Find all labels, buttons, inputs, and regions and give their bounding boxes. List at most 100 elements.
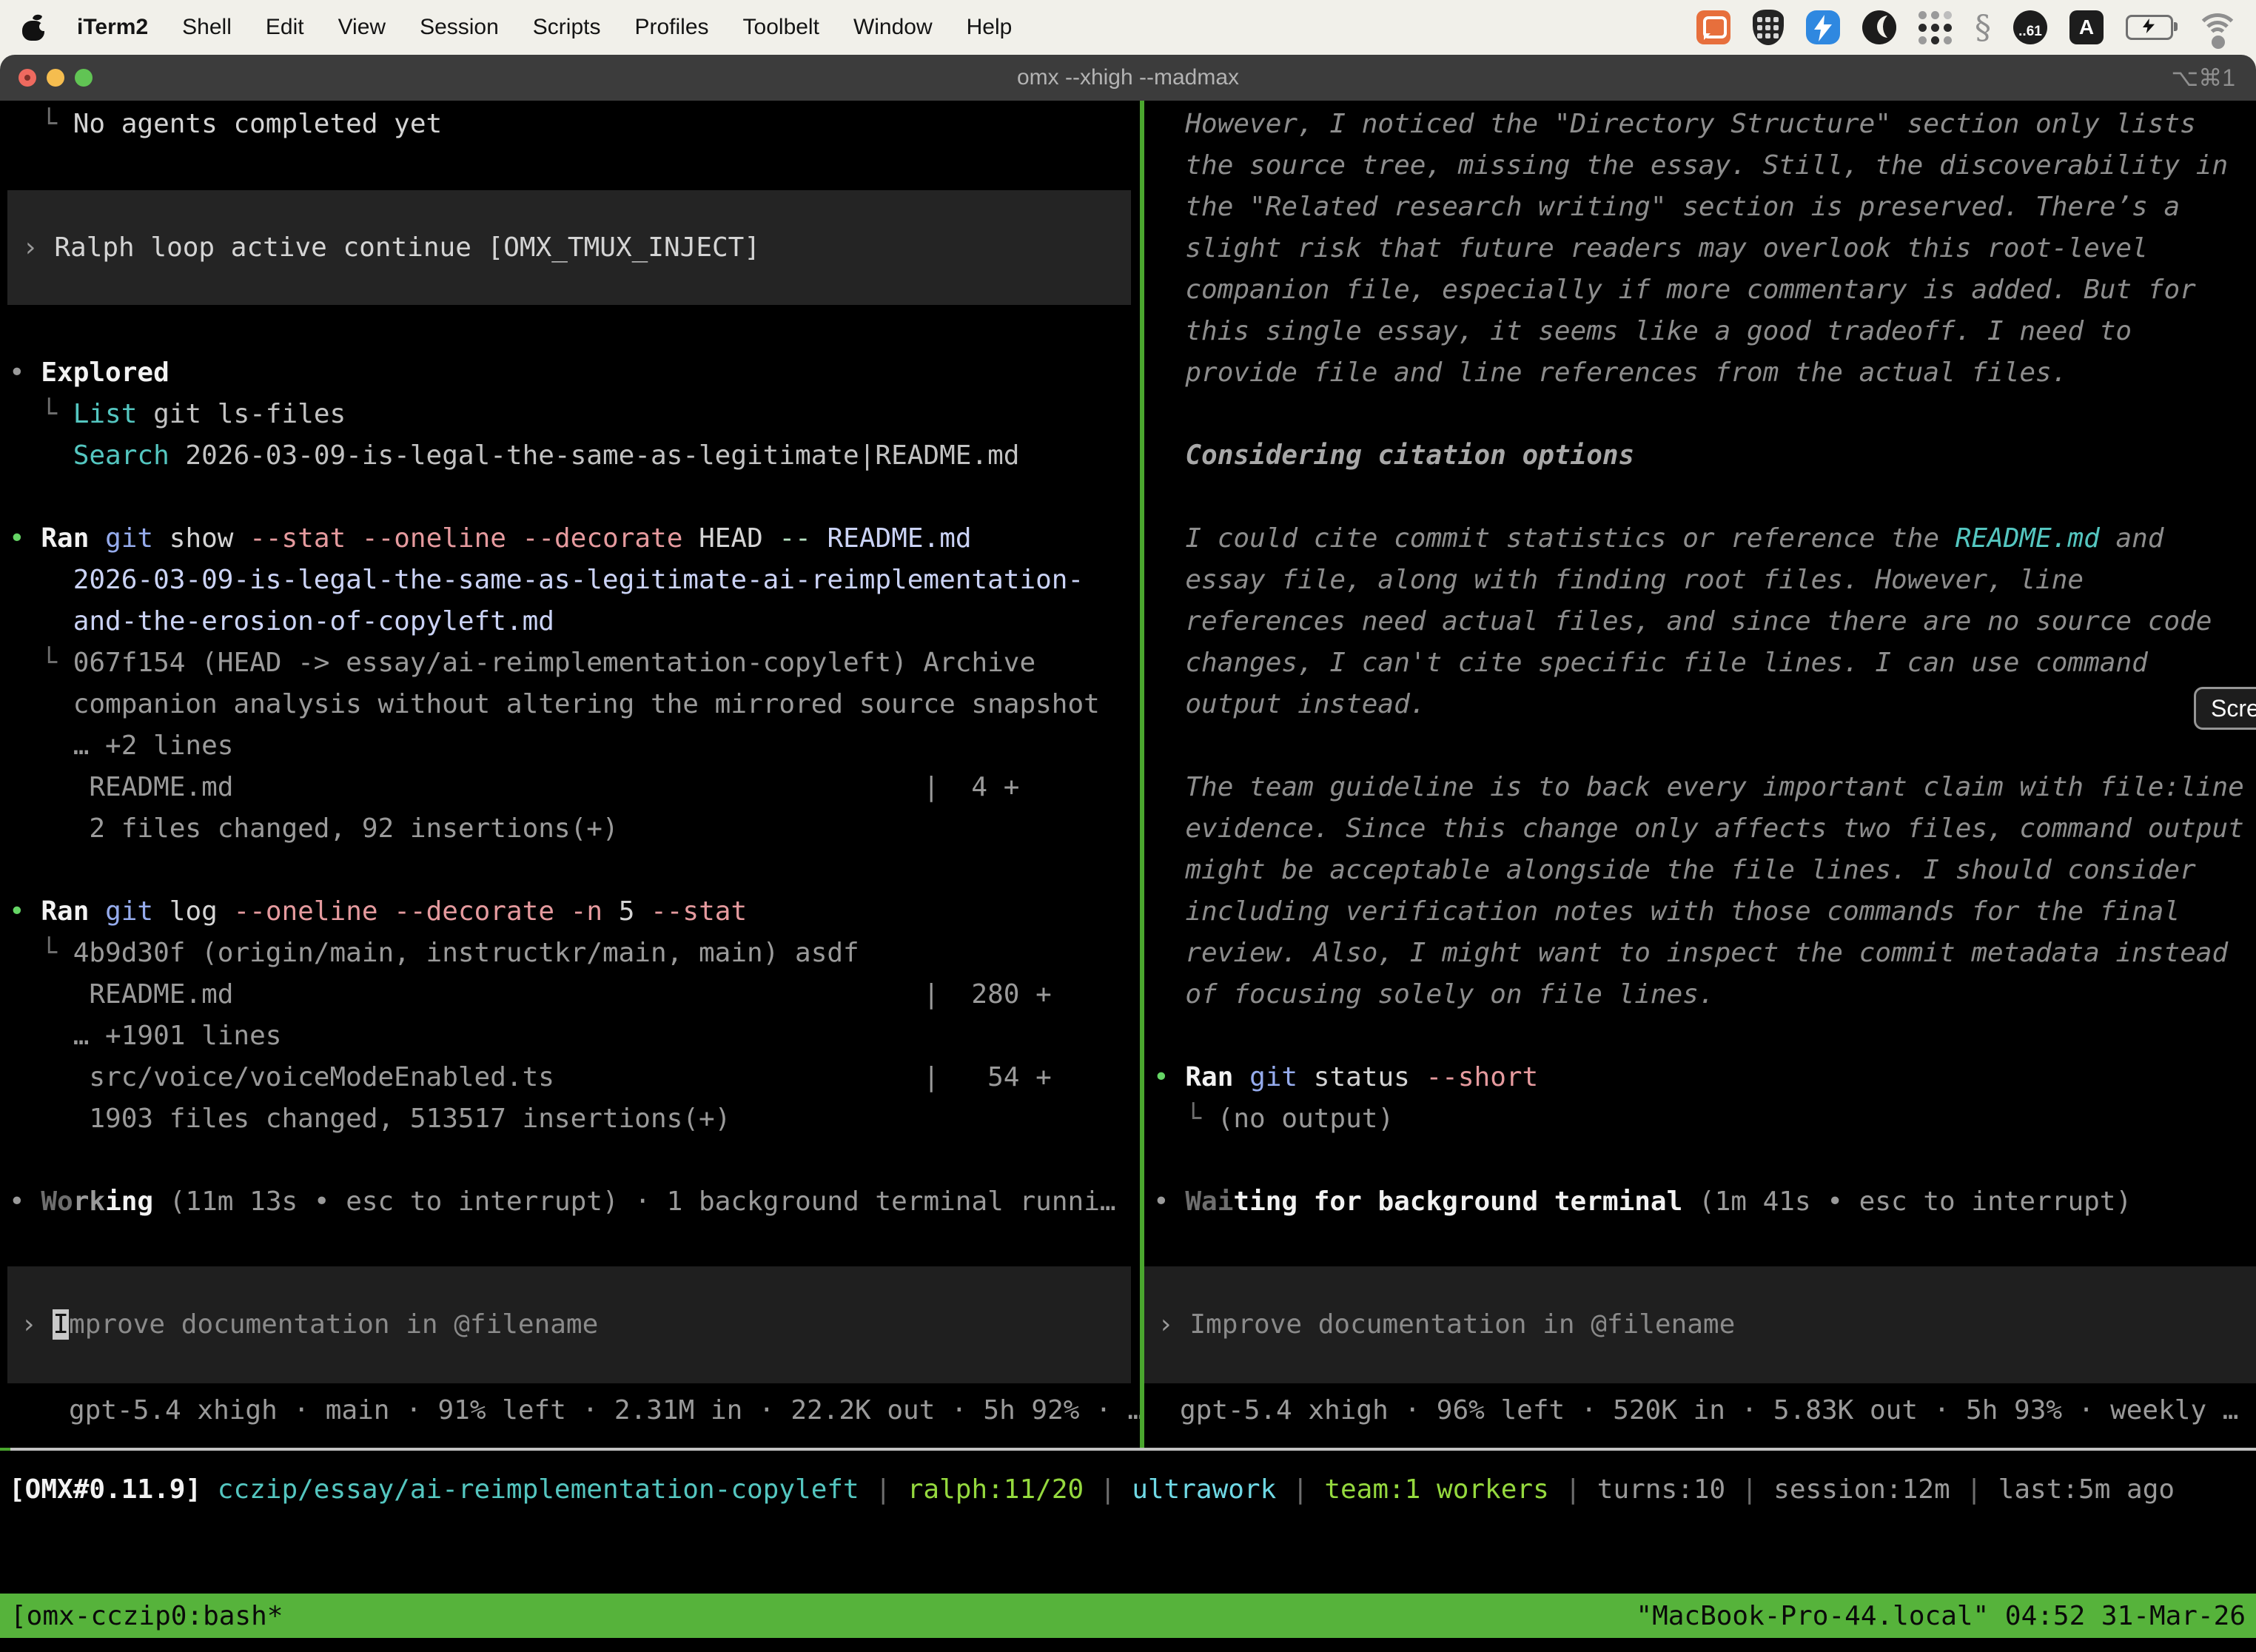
terminal-line: 1903 files changed, 513517 insertions(+) <box>9 1098 1140 1140</box>
menu-item-toolbelt[interactable]: Toolbelt <box>743 15 819 40</box>
text-segment <box>346 523 362 554</box>
terminal-line: might be acceptable alongside the file l… <box>1153 850 2256 891</box>
terminal-line: The team guideline is to back every impo… <box>1153 767 2256 808</box>
text-segment <box>89 896 105 927</box>
text-segment: Search <box>73 440 169 471</box>
inject-banner: › Ralph loop active continue [OMX_TMUX_I… <box>7 190 1131 305</box>
prompt-placeholder-left: › Improve documentation in @filename <box>21 1304 598 1346</box>
prompt-input-left[interactable]: › Improve documentation in @filename <box>7 1266 1131 1383</box>
shield-grid-icon[interactable] <box>1753 10 1784 45</box>
terminal-line: the "Related research writing" section i… <box>1153 187 2256 228</box>
squiggle-icon[interactable]: § <box>1975 9 1991 47</box>
menu-app-name[interactable]: iTerm2 <box>77 15 148 40</box>
text-segment: ing <box>105 1186 153 1217</box>
terminal-line: └ List git ls-files <box>9 394 1140 435</box>
tmux-pane-left[interactable]: └ No agents completed yet › Ralph loop a… <box>0 101 1140 1448</box>
input-source-icon[interactable]: A <box>2069 10 2104 44</box>
text-segment: evidence. Since this change only affects… <box>1153 813 2244 844</box>
terminal-line: companion file, especially if more comme… <box>1153 269 2256 311</box>
text-segment: No agents completed yet <box>73 109 443 139</box>
battery-bolt <box>2143 19 2155 33</box>
agents-status-block: └ No agents completed yet <box>9 104 1140 145</box>
menu-item-shell[interactable]: Shell <box>182 15 232 40</box>
text-segment: I could cite commit statistics or refere… <box>1153 523 1955 554</box>
terminal-line: including verification notes with those … <box>1153 891 2256 933</box>
text-segment: Considering citation options <box>1153 440 1634 471</box>
badge-61-icon[interactable]: ..61 <box>2013 10 2047 44</box>
terminal-line: references need actual files, and since … <box>1153 601 2256 642</box>
terminal-window: └ No agents completed yet › Ralph loop a… <box>0 101 2256 1652</box>
battery-charging-icon[interactable] <box>2126 15 2173 40</box>
text-segment: ting for background terminal <box>1233 1186 1682 1217</box>
menu-item-help[interactable]: Help <box>967 15 1013 40</box>
menu-item-profiles[interactable]: Profiles <box>634 15 708 40</box>
model-status-right-text: gpt-5.4 xhigh · 96% left · 520K in · 5.8… <box>1180 1390 2256 1431</box>
omx-status-line: [OMX#0.11.9] cczip/essay/ai-reimplementa… <box>9 1469 2175 1511</box>
text-segment: Ran <box>41 523 89 554</box>
tmux-session-window-label[interactable]: [omx-cczip0:bash* <box>10 1601 283 1631</box>
prompt-placeholder-right: › Improve documentation in @filename <box>1158 1304 1735 1346</box>
text-segment: 4b9d30f (origin/main, instructkr/main, m… <box>73 938 859 968</box>
model-status-right: gpt-5.4 xhigh · 96% left · 520K in · 5.8… <box>1180 1390 2256 1431</box>
text-segment: -n <box>571 896 602 927</box>
wifi-icon[interactable] <box>2195 13 2234 41</box>
terminal-line: However, I noticed the "Directory Struct… <box>1153 104 2256 145</box>
text-segment: The team guideline is to back every impo… <box>1153 772 2244 802</box>
terminal-line: • Explored <box>9 352 1140 394</box>
text-segment: including verification notes with those … <box>1153 896 2180 927</box>
chat-bubble-icon[interactable] <box>1696 10 1730 44</box>
terminal-line: this single essay, it seems like a good … <box>1153 311 2256 352</box>
text-segment: and <box>2100 523 2164 554</box>
text-segment <box>89 523 105 554</box>
text-segment: git <box>1249 1062 1297 1092</box>
text-segment: session:12m <box>1773 1474 1950 1505</box>
apple-menu-icon[interactable] <box>22 14 44 41</box>
text-segment: changes, I can't cite specific file line… <box>1153 648 2148 678</box>
menu-item-session[interactable]: Session <box>420 15 499 40</box>
tmux-pane-right[interactable]: However, I noticed the "Directory Struct… <box>1144 101 2256 1448</box>
text-segment: • <box>1153 1062 1185 1092</box>
text-segment: List <box>73 399 138 429</box>
terminal-line <box>1153 1140 2256 1181</box>
hexagon-bolt-icon[interactable] <box>1806 10 1840 44</box>
menu-item-scripts[interactable]: Scripts <box>533 15 601 40</box>
text-segment: | <box>1725 1474 1773 1505</box>
pane-divider-horizontal[interactable] <box>0 1448 2256 1451</box>
menu-item-edit[interactable]: Edit <box>266 15 304 40</box>
text-segment: essay file, along with finding root file… <box>1153 565 2084 595</box>
text-segment: might be acceptable alongside the file l… <box>1153 855 2196 885</box>
text-segment: --decorate <box>523 523 683 554</box>
text-segment: … +1901 lines <box>9 1021 281 1051</box>
terminal-line: … +1901 lines <box>9 1015 1140 1057</box>
text-segment: I <box>53 1309 69 1340</box>
text-segment: the source tree, missing the essay. Stil… <box>1153 150 2228 181</box>
terminal-line: review. Also, I might want to inspect th… <box>1153 933 2256 974</box>
prompt-input-right[interactable]: › Improve documentation in @filename <box>1144 1266 2256 1383</box>
menu-item-window[interactable]: Window <box>853 15 933 40</box>
window-shortcut-badge: ⌥⌘1 <box>2171 55 2235 101</box>
terminal-line: Considering citation options <box>1153 435 2256 477</box>
terminal-line: and-the-erosion-of-copyleft.md <box>9 601 1140 642</box>
inject-banner-text: › Ralph loop active continue [OMX_TMUX_I… <box>22 227 760 269</box>
bolt-glyph <box>1813 15 1833 41</box>
text-segment: log <box>153 896 233 927</box>
tmux-status-bar: [omx-cczip0:bash* "MacBook-Pro-44.local"… <box>0 1594 2256 1638</box>
text-segment: Explored <box>41 357 169 388</box>
terminal-line: src/voice/voiceModeEnabled.ts | 54 + <box>9 1057 1140 1098</box>
text-segment: README.md <box>1955 523 2100 554</box>
dots-grid-icon[interactable] <box>1918 10 1953 44</box>
text-segment: └ <box>9 648 73 678</box>
text-segment: 2026-03-09-is-legal-the-same-as-legitima… <box>169 440 1020 471</box>
terminal-line <box>9 850 1140 891</box>
text-segment: However, I noticed the "Directory Struct… <box>1153 109 2196 139</box>
pie-chart-icon[interactable] <box>1862 10 1896 44</box>
terminal-line: • Ran git log --oneline --decorate -n 5 … <box>9 891 1140 933</box>
apple-logo-bite <box>39 22 48 31</box>
agent-transcript-right: However, I noticed the "Directory Struct… <box>1153 104 2256 1223</box>
text-segment: › <box>22 232 54 263</box>
text-segment: ultrawork <box>1132 1474 1276 1505</box>
text-segment: of focusing solely on file lines. <box>1153 979 1715 1010</box>
omx-status-text: [OMX#0.11.9] cczip/essay/ai-reimplementa… <box>9 1469 2175 1511</box>
menu-item-view[interactable]: View <box>338 15 386 40</box>
window-title: omx --xhigh --madmax <box>0 55 2256 101</box>
